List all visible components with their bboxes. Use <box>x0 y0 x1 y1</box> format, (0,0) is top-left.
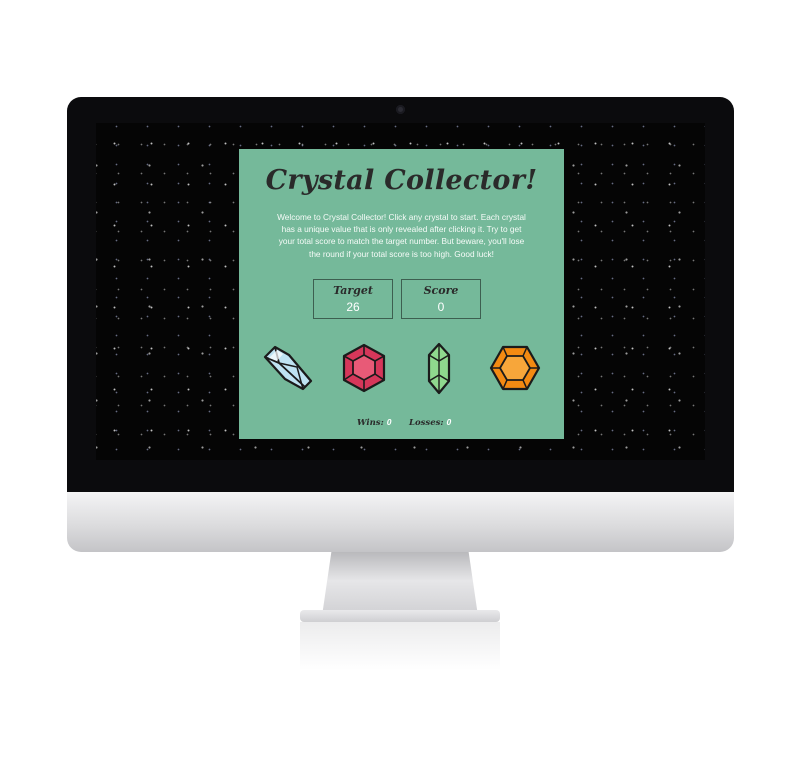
red-crystal-button[interactable] <box>339 341 389 397</box>
orange-crystal-button[interactable] <box>489 341 541 397</box>
stand-reflection <box>300 622 500 670</box>
score-box: Score 0 <box>401 279 481 319</box>
monitor-bezel: Crystal Collector! Welcome to Crystal Co… <box>67 97 734 492</box>
monitor-stand-base <box>300 610 500 622</box>
score-label: Score <box>423 284 459 297</box>
monitor-screen: Crystal Collector! Welcome to Crystal Co… <box>96 123 705 460</box>
losses-value: 0 <box>446 417 452 427</box>
red-crystal-icon <box>342 343 386 393</box>
losses-label: Losses: <box>409 418 444 428</box>
green-crystal-icon <box>427 342 451 395</box>
score-value: 0 <box>437 300 445 314</box>
target-value: 26 <box>346 300 360 314</box>
monitor-chin <box>67 492 734 552</box>
wins-counter: Wins: 0 <box>357 417 391 428</box>
wins-value: 0 <box>386 417 392 427</box>
wins-label: Wins: <box>357 418 384 428</box>
game-title: Crystal Collector! <box>265 165 538 196</box>
monitor: Crystal Collector! Welcome to Crystal Co… <box>67 97 734 552</box>
green-crystal-button[interactable] <box>419 341 459 397</box>
game-panel: Crystal Collector! Welcome to Crystal Co… <box>239 149 564 439</box>
blue-crystal-button[interactable] <box>259 341 315 397</box>
game-instructions: Welcome to Crystal Collector! Click any … <box>277 212 526 259</box>
orange-crystal-icon <box>489 345 541 391</box>
webcam-icon <box>396 105 405 114</box>
monitor-stand <box>322 552 478 616</box>
target-box: Target 26 <box>313 279 393 319</box>
target-label: Target <box>333 284 373 297</box>
blue-crystal-icon <box>263 345 313 391</box>
losses-counter: Losses: 0 <box>409 417 451 428</box>
